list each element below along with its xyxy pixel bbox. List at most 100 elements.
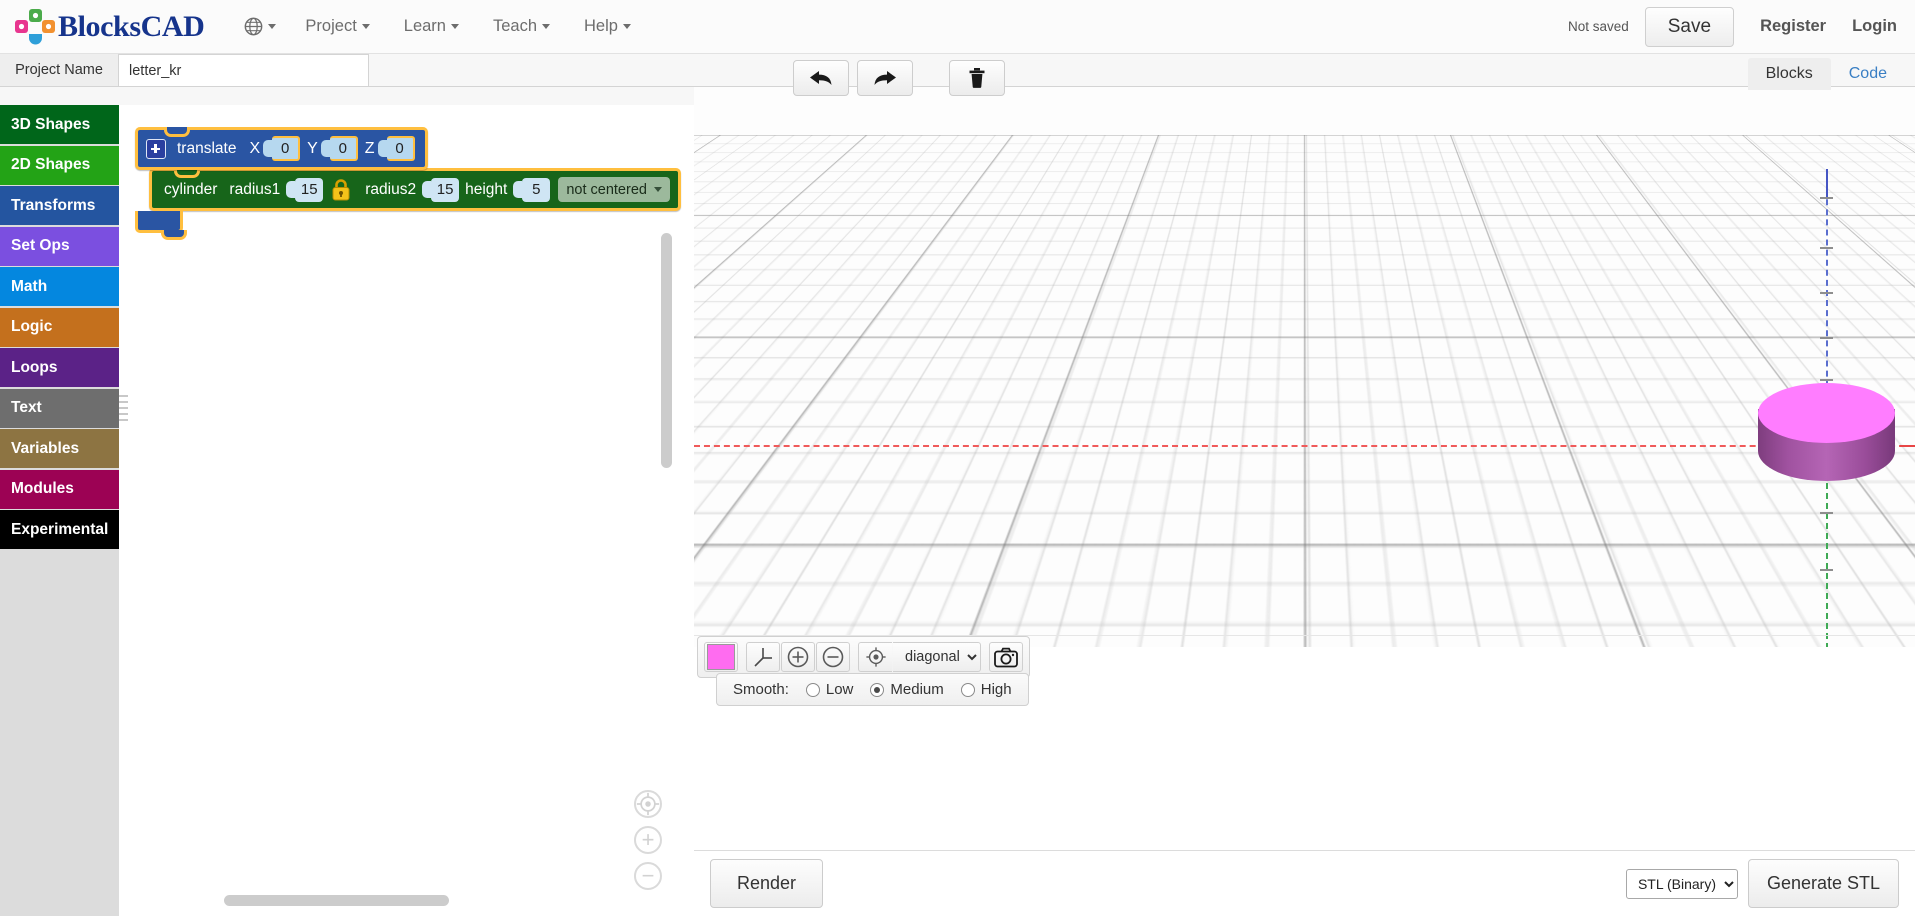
cylinder-centered-dropdown[interactable]: not centered bbox=[558, 177, 670, 202]
cylinder-height-input[interactable]: 5 bbox=[522, 177, 551, 202]
center-target-icon[interactable] bbox=[634, 790, 662, 818]
undo-button[interactable] bbox=[793, 60, 849, 96]
smooth-option-high-label: High bbox=[980, 681, 1012, 698]
socket-notch-icon bbox=[422, 181, 432, 198]
nav-item-project[interactable]: Project bbox=[288, 9, 386, 44]
sidebar-item-set-ops[interactable]: Set Ops bbox=[0, 226, 119, 266]
socket-notch-icon bbox=[320, 140, 330, 157]
workspace-zoom-in-button[interactable]: + bbox=[634, 826, 662, 854]
sidebar-item-label: Set Ops bbox=[11, 237, 70, 254]
translate-y-input[interactable]: 0 bbox=[329, 136, 358, 161]
generate-stl-button[interactable]: Generate STL bbox=[1747, 859, 1899, 908]
smooth-option-medium[interactable]: Medium bbox=[870, 681, 944, 698]
block-category-sidebar: 3D Shapes 2D Shapes Transforms Set Ops M… bbox=[0, 105, 119, 916]
sidebar-item-transforms[interactable]: Transforms bbox=[0, 186, 119, 225]
brand-logo[interactable]: BlocksCAD bbox=[0, 8, 205, 46]
sidebar-item-math[interactable]: Math bbox=[0, 267, 119, 306]
smooth-option-high[interactable]: High bbox=[960, 681, 1012, 698]
sidebar-item-experimental[interactable]: Experimental bbox=[0, 510, 119, 549]
3d-viewport-panel: diagonal Smooth: Low Medium High Render bbox=[694, 87, 1915, 916]
sidebar-item-modules[interactable]: Modules bbox=[0, 469, 119, 509]
render-button[interactable]: Render bbox=[710, 859, 824, 908]
nav-item-teach-label: Teach bbox=[492, 17, 538, 35]
radio-icon[interactable] bbox=[960, 682, 975, 697]
sidebar-item-3d-shapes[interactable]: 3D Shapes bbox=[0, 105, 119, 144]
color-picker-icon[interactable] bbox=[707, 644, 735, 670]
3d-render-canvas[interactable] bbox=[694, 87, 1915, 647]
translate-z-input[interactable]: 0 bbox=[386, 136, 415, 161]
viewport-zoom-out-button[interactable] bbox=[816, 642, 850, 672]
cylinder-height-socket[interactable]: 5 bbox=[513, 177, 551, 202]
plus-mutator-icon[interactable] bbox=[146, 138, 166, 159]
cylinder-radius2-label: radius2 bbox=[365, 180, 417, 198]
smooth-option-low[interactable]: Low bbox=[805, 681, 853, 698]
translate-y-socket[interactable]: 0 bbox=[320, 136, 358, 161]
radio-icon-selected[interactable] bbox=[870, 682, 885, 697]
translate-x-socket[interactable]: 0 bbox=[263, 136, 301, 161]
z-axis-positive-line bbox=[1826, 169, 1828, 197]
sidebar-item-2d-shapes[interactable]: 2D Shapes bbox=[0, 145, 119, 185]
project-name-input[interactable] bbox=[119, 54, 369, 87]
cylinder-radius1-socket[interactable]: 15 bbox=[286, 177, 324, 202]
translate-z-socket[interactable]: 0 bbox=[377, 136, 415, 161]
sidebar-item-text[interactable]: Text bbox=[0, 388, 119, 428]
nav-item-teach[interactable]: Teach bbox=[476, 9, 567, 44]
nav-item-help[interactable]: Help bbox=[567, 9, 648, 44]
cylinder-radius2-input[interactable]: 15 bbox=[431, 177, 460, 202]
cylinder-radius2-socket[interactable]: 15 bbox=[422, 177, 460, 202]
workspace-vertical-scrollbar[interactable] bbox=[661, 233, 672, 468]
viewport-action-bar: Render STL (Binary) Generate STL bbox=[694, 850, 1915, 916]
view-angle-select[interactable]: diagonal bbox=[893, 642, 981, 672]
chevron-down-icon bbox=[622, 24, 631, 30]
delete-all-button[interactable] bbox=[949, 60, 1005, 96]
block-stack[interactable]: translate X 0 Y 0 Z 0 cylinder radius1 1… bbox=[135, 127, 694, 240]
save-status-text: Not saved bbox=[1567, 19, 1629, 34]
login-link[interactable]: Login bbox=[1852, 17, 1897, 36]
recenter-view-button[interactable] bbox=[858, 642, 892, 672]
chevron-down-icon bbox=[268, 24, 277, 29]
cylinder-mesh bbox=[1758, 383, 1895, 503]
camera-snapshot-icon bbox=[994, 647, 1018, 667]
save-button[interactable]: Save bbox=[1644, 6, 1735, 47]
sidebar-item-logic[interactable]: Logic bbox=[0, 307, 119, 347]
sidebar-item-label: 2D Shapes bbox=[11, 156, 91, 173]
redo-button[interactable] bbox=[857, 60, 913, 96]
language-globe-button[interactable] bbox=[228, 11, 288, 42]
workspace-horizontal-scrollbar[interactable] bbox=[224, 895, 449, 906]
translate-block[interactable]: translate X 0 Y 0 Z 0 bbox=[135, 127, 428, 170]
translate-y-label: Y bbox=[307, 139, 318, 157]
navbar-menu: Project Learn Teach Help bbox=[228, 9, 648, 44]
sidebar-item-loops[interactable]: Loops bbox=[0, 348, 119, 387]
sidebar-item-label: Transforms bbox=[11, 196, 96, 214]
snapshot-button[interactable] bbox=[989, 642, 1023, 672]
viewport-zoom-in-button[interactable] bbox=[781, 642, 815, 672]
nav-item-project-label: Project bbox=[305, 17, 357, 35]
workspace-resize-grip[interactable] bbox=[119, 395, 128, 421]
ground-grid bbox=[694, 135, 1915, 647]
tab-code[interactable]: Code bbox=[1831, 58, 1905, 90]
translate-x-input[interactable]: 0 bbox=[272, 136, 301, 161]
trash-icon bbox=[969, 68, 985, 88]
tab-blocks[interactable]: Blocks bbox=[1747, 58, 1831, 90]
sidebar-item-variables[interactable]: Variables bbox=[0, 429, 119, 468]
cylinder-block[interactable]: cylinder radius1 15 radius2 15 height 5 … bbox=[149, 168, 681, 211]
socket-notch-icon bbox=[263, 140, 273, 157]
object-color-button[interactable] bbox=[704, 642, 738, 672]
workspace-zoom-out-button[interactable]: − bbox=[634, 862, 662, 890]
translate-block-tail bbox=[135, 211, 187, 240]
zoom-in-icon: + bbox=[641, 827, 655, 852]
radio-icon[interactable] bbox=[805, 682, 820, 697]
x-axis-line bbox=[694, 445, 1915, 447]
export-format-select[interactable]: STL (Binary) bbox=[1625, 868, 1738, 899]
redo-arrow-icon bbox=[874, 71, 896, 85]
cylinder-radius1-input[interactable]: 15 bbox=[295, 177, 324, 202]
axis-tick bbox=[1820, 197, 1833, 199]
register-link[interactable]: Register bbox=[1760, 17, 1826, 36]
padlock-icon[interactable] bbox=[330, 178, 352, 202]
blockly-workspace[interactable]: translate X 0 Y 0 Z 0 cylinder radius1 1… bbox=[119, 105, 694, 916]
nav-item-learn[interactable]: Learn bbox=[387, 9, 476, 44]
axis-tick bbox=[1820, 512, 1833, 514]
translate-block-label: translate bbox=[177, 139, 237, 157]
subbar-filler bbox=[369, 54, 1915, 87]
toggle-axes-button[interactable] bbox=[746, 642, 780, 672]
